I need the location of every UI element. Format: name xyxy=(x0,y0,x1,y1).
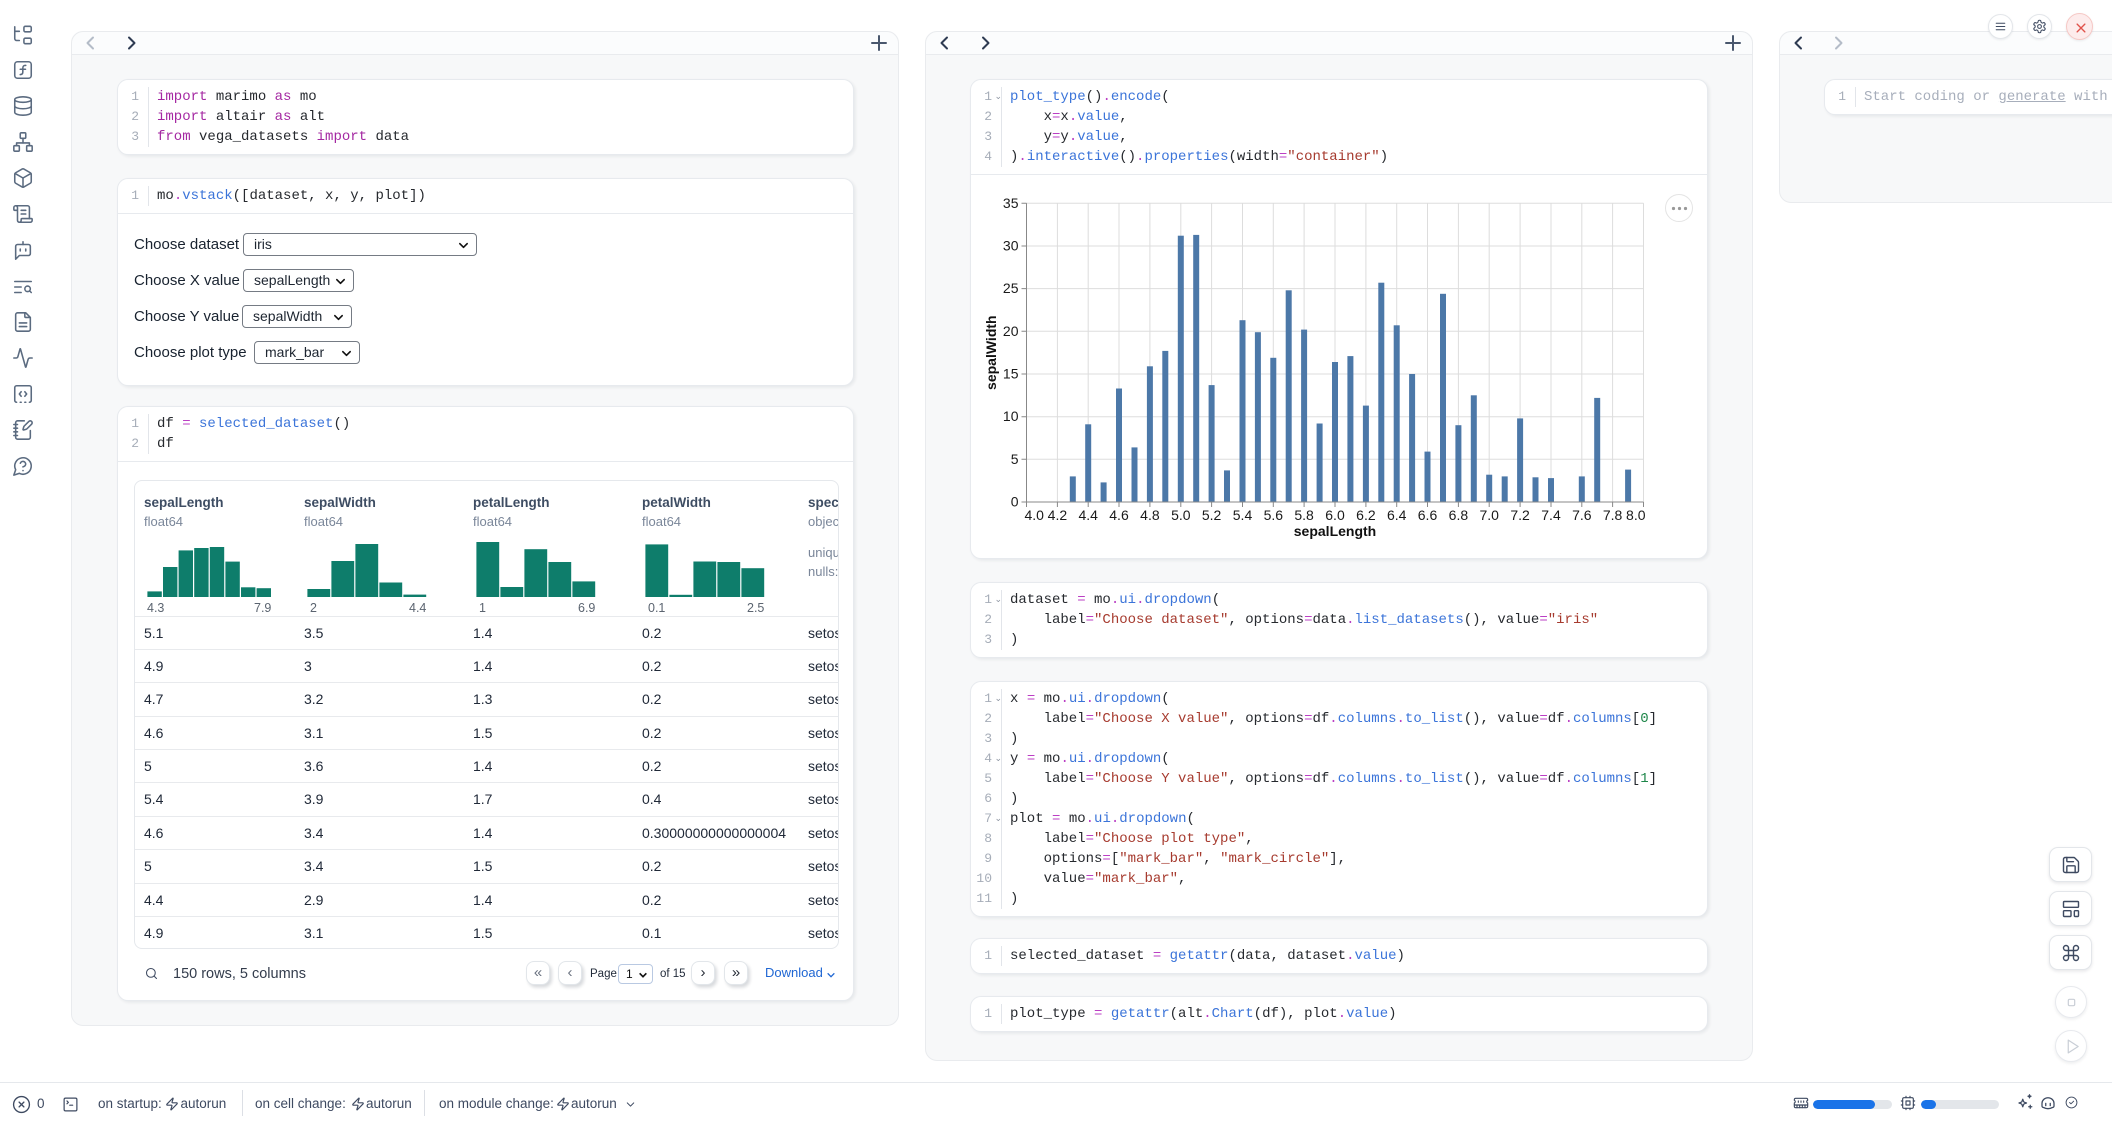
svg-text:5.0: 5.0 xyxy=(1171,507,1191,523)
svg-text:5: 5 xyxy=(1011,451,1019,467)
svg-text:sepalLength: sepalLength xyxy=(1294,523,1376,539)
svg-text:7.0: 7.0 xyxy=(1479,507,1499,523)
svg-text:4.2: 4.2 xyxy=(1048,507,1068,523)
svg-text:4.4: 4.4 xyxy=(1078,507,1098,523)
svg-text:5.2: 5.2 xyxy=(1202,507,1222,523)
svg-text:6.4: 6.4 xyxy=(1387,507,1407,523)
svg-text:8.0: 8.0 xyxy=(1626,507,1646,523)
svg-text:6.6: 6.6 xyxy=(1418,507,1438,523)
svg-text:7.2: 7.2 xyxy=(1510,507,1530,523)
svg-text:4.6: 4.6 xyxy=(1109,507,1129,523)
svg-text:7.4: 7.4 xyxy=(1541,507,1561,523)
svg-text:7.8: 7.8 xyxy=(1603,507,1623,523)
svg-text:sepalWidth: sepalWidth xyxy=(983,315,999,390)
svg-text:35: 35 xyxy=(1003,195,1019,211)
svg-text:5.4: 5.4 xyxy=(1233,507,1253,523)
svg-text:30: 30 xyxy=(1003,238,1019,254)
svg-text:5.6: 5.6 xyxy=(1264,507,1284,523)
svg-text:6.8: 6.8 xyxy=(1449,507,1469,523)
svg-text:10: 10 xyxy=(1003,408,1019,424)
svg-text:15: 15 xyxy=(1003,366,1019,382)
svg-text:7.6: 7.6 xyxy=(1572,507,1592,523)
svg-text:5.8: 5.8 xyxy=(1294,507,1314,523)
svg-text:4.0: 4.0 xyxy=(1025,507,1045,523)
svg-text:20: 20 xyxy=(1003,323,1019,339)
svg-text:6.0: 6.0 xyxy=(1325,507,1345,523)
svg-text:4.8: 4.8 xyxy=(1140,507,1160,523)
svg-text:6.2: 6.2 xyxy=(1356,507,1376,523)
svg-text:25: 25 xyxy=(1003,280,1019,296)
svg-text:0: 0 xyxy=(1011,494,1019,510)
